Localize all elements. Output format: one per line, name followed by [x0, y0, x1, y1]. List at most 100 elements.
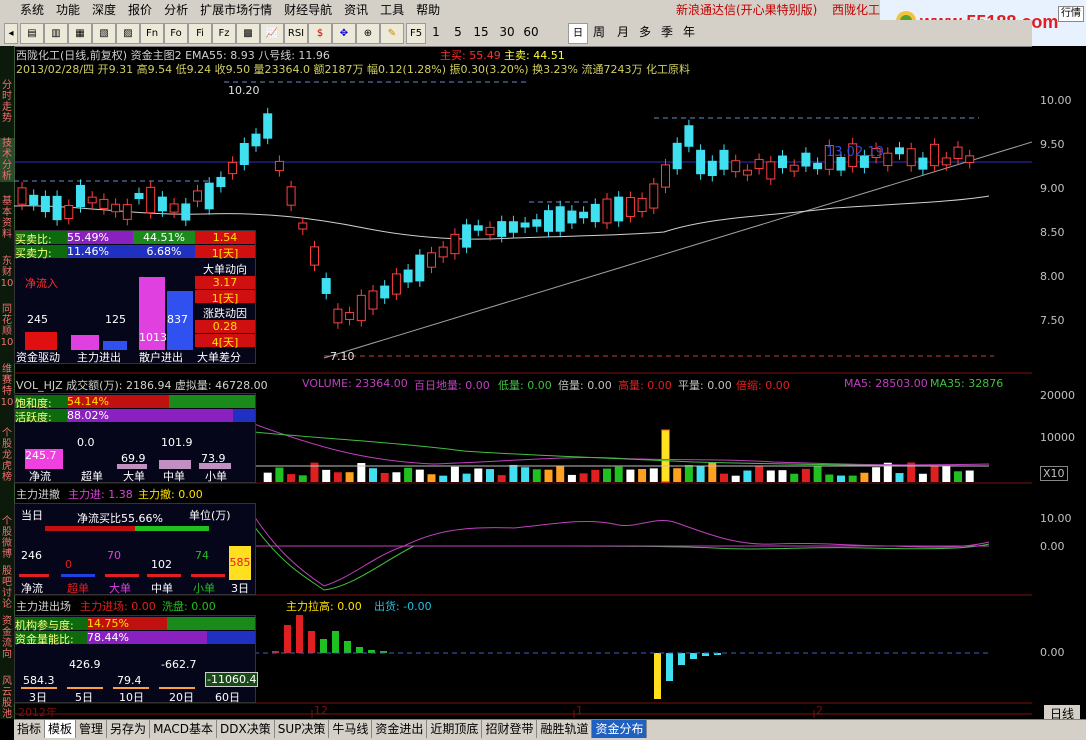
menu-analysis[interactable]: 分析 — [158, 0, 194, 20]
unit-label: 单位(万) — [189, 509, 231, 522]
fn-icon-4[interactable]: ▧ — [92, 23, 116, 44]
candle — [742, 164, 752, 181]
big-order-val: 3.17 — [195, 276, 255, 289]
period-week[interactable]: 周 — [590, 23, 608, 42]
fn-icon-2[interactable]: ▥ — [44, 23, 68, 44]
vtab-weisaite[interactable]: 维赛特10 — [0, 364, 14, 408]
volume-bar — [532, 469, 541, 482]
period-season[interactable]: 季 — [658, 23, 676, 42]
dollar-icon[interactable]: $ — [308, 23, 332, 44]
tab-ddx[interactable]: DDX决策 — [217, 720, 275, 738]
tab-zhaocai[interactable]: 招财登带 — [482, 720, 538, 738]
period-15min[interactable]: 15 — [472, 23, 490, 42]
fn-icon-3[interactable]: ▦ — [68, 23, 92, 44]
volume-bar — [322, 469, 331, 482]
pen-icon[interactable]: ✎ — [380, 23, 404, 44]
period-3d-label: 3日 — [29, 691, 47, 704]
tab-macd[interactable]: MACD基本 — [150, 720, 218, 738]
fn-icon-10[interactable]: ▩ — [236, 23, 260, 44]
fn-icon-5[interactable]: ▨ — [116, 23, 140, 44]
candle — [696, 144, 706, 180]
menu-tools[interactable]: 工具 — [374, 0, 410, 20]
vtab-eastmoney[interactable]: 东财10 — [0, 256, 14, 289]
period-3d-value: 584.3 — [23, 674, 55, 687]
period-30min[interactable]: 30 — [498, 23, 516, 42]
tab-fund-distribution[interactable]: 资金分布 — [592, 720, 648, 738]
volume-bar — [486, 469, 494, 482]
zoom-icon[interactable]: ⊕ — [356, 23, 380, 44]
buy-ratio: 55.49% — [67, 231, 133, 244]
io-raise: 主力拉高: 0.00 — [286, 600, 362, 613]
today-label: 当日 — [21, 509, 43, 522]
fn-icon-1[interactable]: ▤ — [20, 23, 44, 44]
fn-icon-6[interactable]: Fn — [140, 23, 164, 44]
tab-top-bottom[interactable]: 近期顶底 — [427, 720, 483, 738]
period-5min[interactable]: 5 — [450, 23, 466, 42]
volume-bar — [673, 468, 682, 482]
candle — [239, 137, 249, 171]
period-year[interactable]: 年 — [680, 23, 698, 42]
rsi-icon[interactable]: RSI — [284, 23, 308, 44]
candle — [555, 200, 565, 238]
candle — [520, 216, 530, 234]
candle — [122, 198, 132, 226]
volume-bar — [567, 474, 576, 482]
p3-small-value: 74 — [195, 549, 209, 562]
tab-rongsheng[interactable]: 融胜轨道 — [537, 720, 593, 738]
fund-drive-value: 245 — [27, 313, 48, 326]
period-multi[interactable]: 多 — [636, 23, 654, 42]
menu-news[interactable]: 资讯 — [338, 0, 374, 20]
tab-save-as[interactable]: 另存为 — [107, 720, 151, 738]
candle — [719, 144, 729, 176]
menu-system[interactable]: 系统 — [0, 0, 50, 20]
vtab-intraday[interactable]: 分时走势 — [0, 80, 14, 124]
menu-help[interactable]: 帮助 — [410, 0, 446, 20]
volume-bar — [404, 467, 413, 482]
vtab-fengyun-pool[interactable]: 风云股池 — [0, 676, 14, 720]
mf-tick-10: 10.00 — [1040, 512, 1072, 525]
menu-finance-nav[interactable]: 财经导航 — [278, 0, 338, 20]
vtab-basic-info[interactable]: 基本资料 — [0, 196, 14, 240]
candle — [953, 141, 963, 165]
panel-net-flow: 当日 净流买比55.66% 单位(万) 246 0 70 102 74 585 … — [14, 503, 256, 595]
p3-small-label: 小单 — [193, 582, 215, 595]
vtab-guba[interactable]: 股吧讨论 — [0, 566, 14, 610]
quote-button[interactable]: 行情 — [1058, 6, 1084, 22]
menu-depth[interactable]: 深度 — [86, 0, 122, 20]
tab-manage[interactable]: 管理 — [76, 720, 108, 738]
fn-icon-9[interactable]: Fz — [212, 23, 236, 44]
vol-volume: VOLUME: 23364.00 — [302, 377, 408, 390]
period-f5[interactable]: F5 — [406, 23, 426, 44]
period-60min[interactable]: 60 — [522, 23, 540, 42]
fn-icon-8[interactable]: Fi — [188, 23, 212, 44]
candle — [380, 280, 390, 304]
candle — [462, 218, 472, 254]
chart-icon[interactable]: 📈 — [260, 23, 284, 44]
menu-function[interactable]: 功能 — [50, 0, 86, 20]
tab-bull-bear[interactable]: 牛马线 — [329, 720, 373, 738]
fn-icon-7[interactable]: Fo — [164, 23, 188, 44]
candle — [485, 221, 495, 241]
menu-ext-market[interactable]: 扩展市场行情 — [194, 0, 278, 20]
volume-bar — [369, 468, 377, 482]
vtab-weibo[interactable]: 个股微博 — [0, 516, 14, 560]
period-month[interactable]: 月 — [614, 23, 632, 42]
period-day[interactable]: 日 — [568, 23, 588, 44]
tab-indicator[interactable]: 指标 — [14, 720, 46, 738]
volume-bar — [638, 469, 647, 482]
period-1min[interactable]: 1 — [428, 23, 444, 42]
vtab-fund-flow[interactable]: 资金流向 — [0, 616, 14, 660]
tab-template[interactable]: 模板 — [45, 720, 77, 738]
vtab-10jqka[interactable]: 同花顺10 — [0, 304, 14, 348]
left-vertical-tabs: 分时走势 技术分析 基本资料 东财10 同花顺10 维赛特10 个股龙虎榜 个股… — [0, 46, 15, 720]
tab-sup[interactable]: SUP决策 — [275, 720, 330, 738]
ratio-bar-red — [45, 526, 135, 531]
tab-fund-inout[interactable]: 资金进出 — [372, 720, 428, 738]
rise-label: 涨跌动因 — [203, 307, 247, 320]
menu-quote[interactable]: 报价 — [122, 0, 158, 20]
vtab-dragon-tiger[interactable]: 个股龙虎榜 — [0, 428, 14, 483]
vtab-technical[interactable]: 技术分析 — [0, 138, 14, 182]
move-icon[interactable]: ✥ — [332, 23, 356, 44]
volume-bar — [872, 467, 881, 482]
back-icon[interactable]: ◂ — [4, 23, 18, 44]
